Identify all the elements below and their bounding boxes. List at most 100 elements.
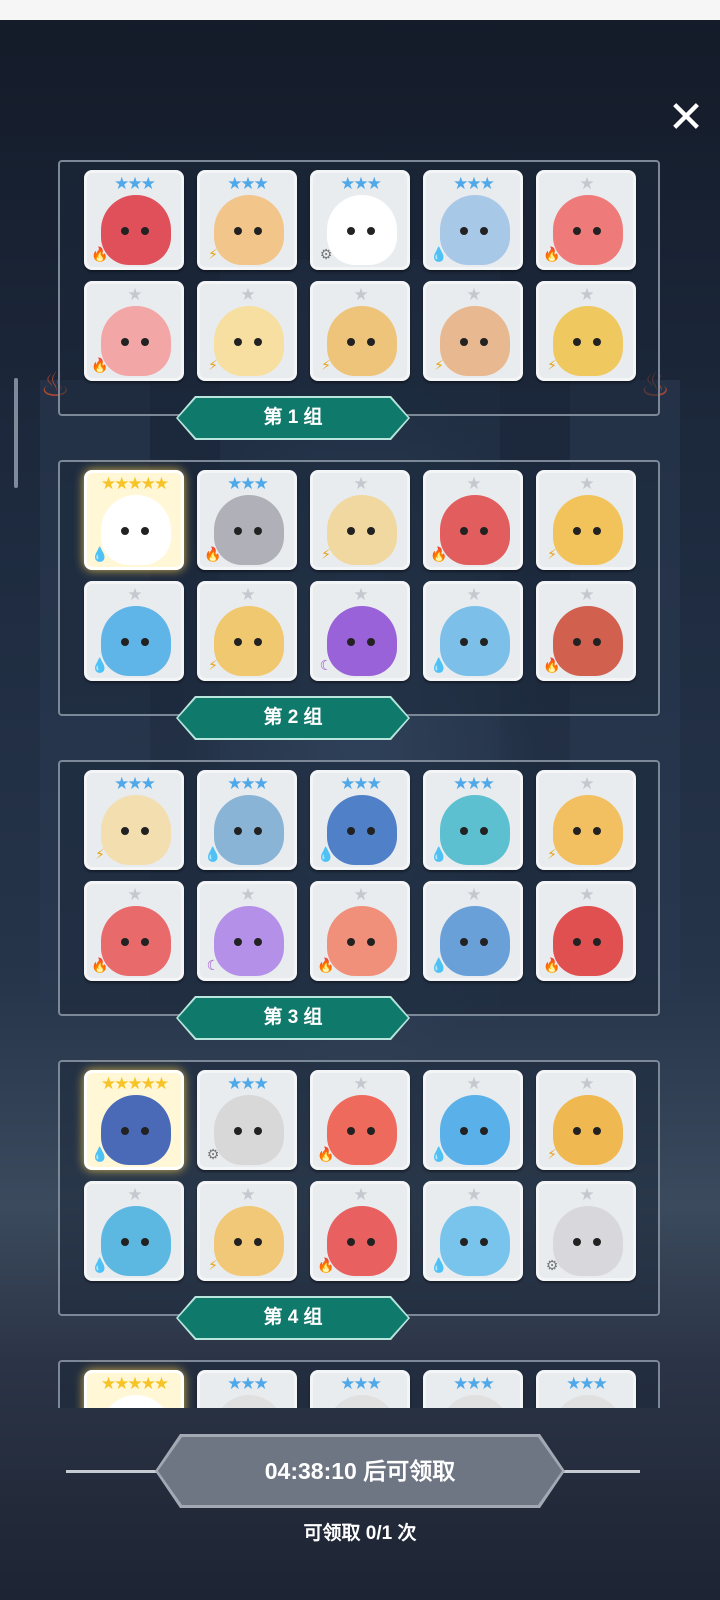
hero-card[interactable]: ★★★ ⚡ bbox=[84, 770, 184, 870]
hero-eyes bbox=[117, 827, 153, 835]
group-list[interactable]: ★★★ 🔥 ★★★ ⚡ ★★★ ⚙ ★★★ 💧 ★ 🔥 ★ 🔥 ★ ⚡ ★ ⚡ ★ ⚡ ★ ⚡ 第 1 组 ★★★★★ 💧 ★… bbox=[0, 155, 720, 1408]
claim-button[interactable]: 04:38:10 后可领取 bbox=[158, 1437, 562, 1505]
hero-card[interactable]: ★ 🔥 bbox=[310, 1181, 410, 1281]
hero-card[interactable]: ★ ⚡ bbox=[197, 1181, 297, 1281]
hero-card[interactable]: ★ 💧 bbox=[423, 881, 523, 981]
hero-eyes bbox=[569, 638, 605, 646]
claim-count: 可领取 0/1 次 bbox=[303, 1523, 417, 1544]
star-rating-icon: ★ bbox=[240, 885, 255, 904]
hero-eyes bbox=[343, 638, 379, 646]
hero-eyes bbox=[456, 938, 492, 946]
star-rating-icon: ★ bbox=[127, 285, 142, 304]
light-element-icon: ⚡ bbox=[208, 357, 218, 373]
hero-eyes bbox=[230, 338, 266, 346]
fire-element-icon: 🔥 bbox=[317, 957, 335, 973]
hero-eyes bbox=[117, 638, 153, 646]
hero-eyes bbox=[456, 338, 492, 346]
hero-card[interactable]: ★ 🔥 bbox=[310, 881, 410, 981]
hero-eyes bbox=[230, 227, 266, 235]
hero-card[interactable]: ★ ⚡ bbox=[197, 281, 297, 381]
fire-element-icon: 🔥 bbox=[543, 957, 561, 973]
hero-card[interactable]: ★★★ ⚡ bbox=[197, 170, 297, 270]
hero-card[interactable]: ★ 💧 bbox=[84, 1181, 184, 1281]
star-rating-icon: ★ bbox=[466, 474, 481, 493]
hero-row: ★★★★★ 💧 ★★★ 🔥 ★ ⚡ ★ 🔥 ★ ⚡ bbox=[84, 470, 636, 570]
hero-card[interactable]: ★★★💧 bbox=[423, 770, 523, 870]
light-element-icon: ⚡ bbox=[208, 1257, 218, 1273]
hero-card[interactable]: ★ 🔥 bbox=[310, 1070, 410, 1170]
hero-eyes bbox=[569, 1238, 605, 1246]
fire-element-icon: 🔥 bbox=[543, 246, 561, 262]
hero-card[interactable]: ★★★💧 bbox=[423, 170, 523, 270]
hero-card[interactable]: ★ ⚡ bbox=[310, 470, 410, 570]
star-rating-icon: ★ bbox=[579, 774, 594, 793]
star-rating-icon: ★★★★★ bbox=[100, 1074, 169, 1093]
hero-card[interactable]: ★ ⚡ bbox=[536, 1070, 636, 1170]
close-icon[interactable]: ✕ bbox=[664, 96, 708, 140]
hero-eyes bbox=[343, 338, 379, 346]
hero-eyes bbox=[456, 227, 492, 235]
hero-card[interactable]: ★ 🔥 bbox=[84, 881, 184, 981]
hero-card[interactable]: ★ 🔥 bbox=[84, 281, 184, 381]
hero-card[interactable]: ★ ⚡ bbox=[310, 281, 410, 381]
fire-element-icon: 🔥 bbox=[543, 657, 561, 673]
hero-card[interactable]: ★ 🔥 bbox=[423, 470, 523, 570]
star-rating-icon: ★★★ bbox=[453, 774, 495, 793]
hero-card[interactable]: ★★★ ⚙ bbox=[197, 1070, 297, 1170]
hero-card[interactable]: ★★★🔥 bbox=[84, 170, 184, 270]
light-element-icon: ⚡ bbox=[208, 657, 218, 673]
group-panel: ★★★★★ 💧 ★★★ ⚙ ★ 🔥 ★ 💧 ★ ⚡ ★ 💧 ★ ⚡ ★ 🔥 ★ 💧 ★ ⚙ bbox=[58, 1060, 660, 1316]
hero-card[interactable]: ★ 💧 bbox=[423, 1181, 523, 1281]
star-rating-icon: ★★★ bbox=[227, 774, 269, 793]
star-rating-icon: ★ bbox=[353, 1185, 368, 1204]
hero-card[interactable]: ★ 💧 bbox=[423, 1070, 523, 1170]
hero-card[interactable]: ★ 🔥 bbox=[536, 581, 636, 681]
light-element-icon: ⚡ bbox=[95, 846, 105, 862]
hero-card[interactable]: ★★★🔥 bbox=[197, 1370, 297, 1408]
hero-card[interactable]: ★★★★★💧 bbox=[84, 470, 184, 570]
hero-card[interactable]: ★ ⚡ bbox=[536, 770, 636, 870]
hero-card[interactable]: ★ 🔥 bbox=[536, 881, 636, 981]
hero-card[interactable]: ★★★💧 bbox=[310, 770, 410, 870]
hero-eyes bbox=[569, 938, 605, 946]
hero-card[interactable]: ★★★🔥 bbox=[536, 1370, 636, 1408]
fire-element-icon: 🔥 bbox=[91, 957, 109, 973]
hero-card[interactable]: ★ ⚙ bbox=[536, 1181, 636, 1281]
dark-element-icon: ☾ bbox=[319, 657, 333, 673]
hero-eyes bbox=[343, 938, 379, 946]
hero-card[interactable]: ★★★💧 bbox=[423, 1370, 523, 1408]
hero-card[interactable]: ★ ⚡ bbox=[536, 470, 636, 570]
hero-eyes bbox=[230, 1238, 266, 1246]
hero-card[interactable]: ★ ☾ bbox=[197, 881, 297, 981]
hero-card[interactable]: ★★★★★💧 bbox=[84, 1070, 184, 1170]
hero-card[interactable]: ★ 💧 bbox=[423, 581, 523, 681]
star-rating-icon: ★ bbox=[240, 585, 255, 604]
light-element-icon: ⚡ bbox=[208, 246, 218, 262]
hero-card[interactable]: ★★★ ⚙ bbox=[310, 170, 410, 270]
hero-row: ★ 🔥 ★ ☾ ★ 🔥 ★ 💧 ★ 🔥 bbox=[84, 881, 636, 981]
light-element-icon: ⚡ bbox=[547, 357, 557, 373]
fire-element-icon: 🔥 bbox=[430, 546, 448, 562]
gear-element-icon: ⚙ bbox=[319, 246, 333, 262]
hero-card[interactable]: ★ ⚡ bbox=[423, 281, 523, 381]
hero-card[interactable]: ★ ⚡ bbox=[197, 581, 297, 681]
water-element-icon: 💧 bbox=[91, 546, 109, 562]
group-panel: ★★★★★💧 ★★★🔥 ★★★🔥 ★★★💧 ★★★🔥 bbox=[58, 1360, 660, 1408]
star-rating-icon: ★★★ bbox=[566, 1374, 608, 1393]
star-rating-icon: ★ bbox=[353, 474, 368, 493]
star-rating-icon: ★★★ bbox=[227, 174, 269, 193]
star-rating-icon: ★ bbox=[353, 1074, 368, 1093]
hero-card[interactable]: ★★★🔥 bbox=[310, 1370, 410, 1408]
hero-eyes bbox=[569, 1127, 605, 1135]
water-element-icon: 💧 bbox=[430, 657, 448, 673]
hero-card[interactable]: ★ ☾ bbox=[310, 581, 410, 681]
hero-card[interactable]: ★★★🔥 bbox=[197, 470, 297, 570]
hero-row: ★★★ 🔥 ★★★ ⚡ ★★★ ⚙ ★★★ 💧 ★ 🔥 bbox=[84, 170, 636, 270]
hero-card[interactable]: ★ 🔥 bbox=[536, 170, 636, 270]
hero-row: ★★★★★💧 ★★★🔥 ★★★🔥 ★★★💧 ★★★🔥 bbox=[84, 1370, 636, 1408]
hero-card[interactable]: ★★★💧 bbox=[197, 770, 297, 870]
hero-card[interactable]: ★ ⚡ bbox=[536, 281, 636, 381]
hero-card[interactable]: ★ 💧 bbox=[84, 581, 184, 681]
gear-element-icon: ⚙ bbox=[206, 1146, 220, 1162]
hero-card[interactable]: ★★★★★💧 bbox=[84, 1370, 184, 1408]
